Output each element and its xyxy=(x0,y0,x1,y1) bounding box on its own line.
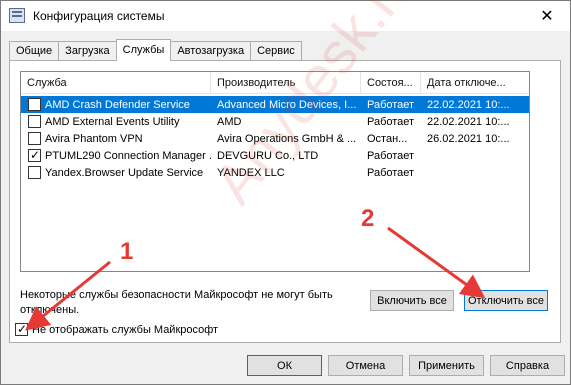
window-title: Конфигурация системы xyxy=(33,9,165,23)
service-checkbox[interactable] xyxy=(28,98,41,111)
service-status: Работает xyxy=(367,115,415,128)
service-status: Работает xyxy=(367,98,415,111)
service-row[interactable]: AMD Crash Defender Service Advanced Micr… xyxy=(21,96,529,113)
service-name: Yandex.Browser Update Service xyxy=(45,166,204,179)
service-date-disabled: 22.02.2021 10:... xyxy=(427,115,510,128)
annotation-number-1: 1 xyxy=(120,238,134,265)
service-name: AMD External Events Utility xyxy=(45,115,180,128)
column-header-date-disabled[interactable]: Дата отключе... xyxy=(421,72,529,94)
service-checkbox[interactable] xyxy=(28,148,41,162)
service-checkbox[interactable] xyxy=(28,132,41,145)
services-tab-panel: Служба Производитель Состоя... Дата откл… xyxy=(9,60,561,343)
service-vendor: Advanced Micro Devices, I... xyxy=(217,98,357,111)
column-header-service[interactable]: Служба xyxy=(21,72,211,94)
help-button[interactable]: Справка xyxy=(490,355,565,376)
service-status: Работает xyxy=(367,149,415,162)
service-status: Остан... xyxy=(367,132,408,145)
enable-all-button[interactable]: Включить все xyxy=(370,290,454,311)
column-header-status[interactable]: Состоя... xyxy=(361,72,421,94)
title-bar: Конфигурация системы ✕ xyxy=(1,1,570,31)
tab-general[interactable]: Общие xyxy=(9,41,60,61)
service-name: AMD Crash Defender Service xyxy=(45,98,190,111)
service-checkbox[interactable] xyxy=(28,115,41,128)
annotation-number-2: 2 xyxy=(361,205,375,232)
disable-all-button[interactable]: Отключить все xyxy=(464,290,548,311)
hide-microsoft-services[interactable]: Не отображать службы Майкрософт xyxy=(15,322,218,336)
service-checkbox[interactable] xyxy=(28,166,41,179)
microsoft-services-note: Некоторые службы безопасности Майкрософт… xyxy=(20,289,333,316)
service-name: Avira Phantom VPN xyxy=(45,132,143,145)
service-vendor: YANDEX LLC xyxy=(217,166,285,179)
service-date-disabled: 22.02.2021 10:... xyxy=(427,98,510,111)
ok-button[interactable]: ОК xyxy=(247,355,322,376)
close-button[interactable]: ✕ xyxy=(524,1,570,31)
tab-startup[interactable]: Автозагрузка xyxy=(170,41,252,61)
service-row[interactable]: Yandex.Browser Update Service YANDEX LLC… xyxy=(21,164,529,181)
hide-microsoft-services-checkbox[interactable] xyxy=(15,322,28,336)
tab-boot[interactable]: Загрузка xyxy=(58,41,117,61)
service-date-disabled: 26.02.2021 10:... xyxy=(427,132,510,145)
service-name: PTUML290 Connection Manager ... xyxy=(45,149,211,162)
service-row[interactable]: PTUML290 Connection Manager ... DEVGURU … xyxy=(21,147,529,164)
services-list-header: Служба Производитель Состоя... Дата откл… xyxy=(21,72,529,94)
service-row[interactable]: Avira Phantom VPN Avira Operations GmbH … xyxy=(21,130,529,147)
tab-strip: Общие Загрузка Службы Автозагрузка Серви… xyxy=(9,39,302,61)
apply-button[interactable]: Применить xyxy=(409,355,484,376)
tab-tools[interactable]: Сервис xyxy=(250,41,302,61)
service-status: Работает xyxy=(367,166,415,179)
services-list[interactable]: Служба Производитель Состоя... Дата откл… xyxy=(20,71,530,272)
service-vendor: DEVGURU Co., LTD xyxy=(217,149,319,162)
system-configuration-window: Конфигурация системы ✕ Общие Загрузка Сл… xyxy=(0,0,571,385)
tab-services[interactable]: Службы xyxy=(115,39,172,61)
msconfig-app-icon xyxy=(9,8,25,23)
service-vendor: Avira Operations GmbH & ... xyxy=(217,132,357,145)
service-row[interactable]: AMD External Events Utility AMD Работает… xyxy=(21,113,529,130)
service-vendor: AMD xyxy=(217,115,242,128)
cancel-button[interactable]: Отмена xyxy=(328,355,403,376)
hide-microsoft-services-label[interactable]: Не отображать службы Майкрософт xyxy=(32,324,218,336)
column-header-vendor[interactable]: Производитель xyxy=(211,72,361,94)
